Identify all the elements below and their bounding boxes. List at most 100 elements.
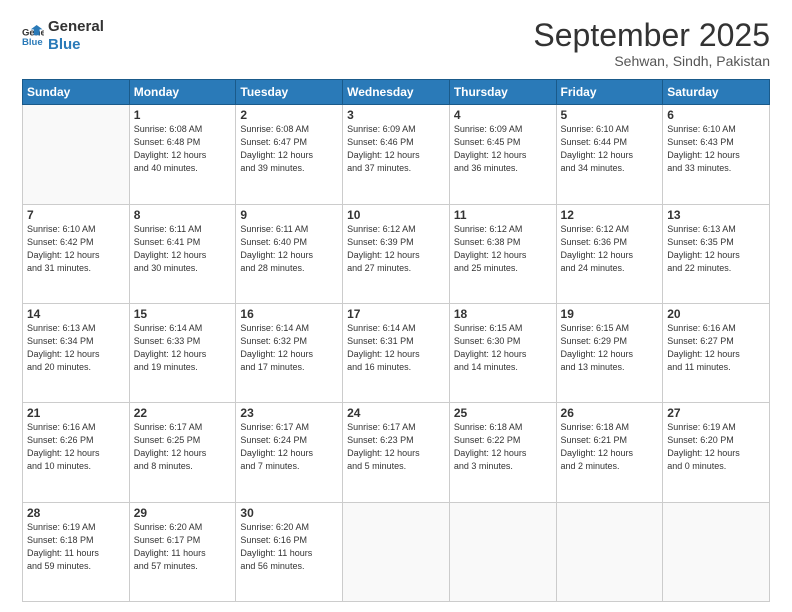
day-info: Sunrise: 6:12 AM Sunset: 6:38 PM Dayligh… (454, 223, 552, 275)
calendar-day-cell: 13Sunrise: 6:13 AM Sunset: 6:35 PM Dayli… (663, 204, 770, 303)
day-number: 12 (561, 208, 659, 222)
calendar-header-cell: Monday (129, 80, 236, 105)
day-number: 4 (454, 108, 552, 122)
calendar-week-row: 21Sunrise: 6:16 AM Sunset: 6:26 PM Dayli… (23, 403, 770, 502)
day-number: 20 (667, 307, 765, 321)
calendar-table: SundayMondayTuesdayWednesdayThursdayFrid… (22, 79, 770, 602)
calendar-day-cell: 6Sunrise: 6:10 AM Sunset: 6:43 PM Daylig… (663, 105, 770, 204)
calendar-header-cell: Tuesday (236, 80, 343, 105)
day-number: 30 (240, 506, 338, 520)
calendar-day-cell (449, 502, 556, 601)
logo-text-general: General (48, 18, 104, 36)
day-number: 26 (561, 406, 659, 420)
calendar-day-cell: 16Sunrise: 6:14 AM Sunset: 6:32 PM Dayli… (236, 303, 343, 402)
day-info: Sunrise: 6:10 AM Sunset: 6:42 PM Dayligh… (27, 223, 125, 275)
calendar-day-cell: 5Sunrise: 6:10 AM Sunset: 6:44 PM Daylig… (556, 105, 663, 204)
calendar-header-cell: Saturday (663, 80, 770, 105)
day-info: Sunrise: 6:16 AM Sunset: 6:27 PM Dayligh… (667, 322, 765, 374)
svg-text:Blue: Blue (22, 37, 43, 47)
day-number: 25 (454, 406, 552, 420)
logo: General Blue General Blue (22, 18, 104, 54)
calendar-day-cell: 9Sunrise: 6:11 AM Sunset: 6:40 PM Daylig… (236, 204, 343, 303)
calendar-day-cell: 8Sunrise: 6:11 AM Sunset: 6:41 PM Daylig… (129, 204, 236, 303)
day-number: 19 (561, 307, 659, 321)
location: Sehwan, Sindh, Pakistan (533, 53, 770, 69)
day-info: Sunrise: 6:09 AM Sunset: 6:46 PM Dayligh… (347, 123, 445, 175)
day-number: 17 (347, 307, 445, 321)
calendar-week-row: 28Sunrise: 6:19 AM Sunset: 6:18 PM Dayli… (23, 502, 770, 601)
calendar-day-cell: 26Sunrise: 6:18 AM Sunset: 6:21 PM Dayli… (556, 403, 663, 502)
calendar-day-cell: 14Sunrise: 6:13 AM Sunset: 6:34 PM Dayli… (23, 303, 130, 402)
day-number: 28 (27, 506, 125, 520)
day-info: Sunrise: 6:11 AM Sunset: 6:41 PM Dayligh… (134, 223, 232, 275)
calendar-body: 1Sunrise: 6:08 AM Sunset: 6:48 PM Daylig… (23, 105, 770, 602)
title-block: September 2025 Sehwan, Sindh, Pakistan (533, 18, 770, 69)
day-info: Sunrise: 6:20 AM Sunset: 6:16 PM Dayligh… (240, 521, 338, 573)
day-number: 3 (347, 108, 445, 122)
calendar-header-cell: Friday (556, 80, 663, 105)
calendar-day-cell: 25Sunrise: 6:18 AM Sunset: 6:22 PM Dayli… (449, 403, 556, 502)
calendar-day-cell: 2Sunrise: 6:08 AM Sunset: 6:47 PM Daylig… (236, 105, 343, 204)
day-info: Sunrise: 6:15 AM Sunset: 6:29 PM Dayligh… (561, 322, 659, 374)
calendar-day-cell: 28Sunrise: 6:19 AM Sunset: 6:18 PM Dayli… (23, 502, 130, 601)
logo-icon: General Blue (22, 25, 44, 47)
day-number: 18 (454, 307, 552, 321)
day-number: 13 (667, 208, 765, 222)
day-number: 27 (667, 406, 765, 420)
day-info: Sunrise: 6:17 AM Sunset: 6:25 PM Dayligh… (134, 421, 232, 473)
calendar-day-cell (663, 502, 770, 601)
day-info: Sunrise: 6:15 AM Sunset: 6:30 PM Dayligh… (454, 322, 552, 374)
page: General Blue General Blue September 2025… (0, 0, 792, 612)
day-info: Sunrise: 6:08 AM Sunset: 6:48 PM Dayligh… (134, 123, 232, 175)
day-info: Sunrise: 6:14 AM Sunset: 6:32 PM Dayligh… (240, 322, 338, 374)
day-number: 23 (240, 406, 338, 420)
day-info: Sunrise: 6:13 AM Sunset: 6:34 PM Dayligh… (27, 322, 125, 374)
calendar-day-cell: 22Sunrise: 6:17 AM Sunset: 6:25 PM Dayli… (129, 403, 236, 502)
calendar-week-row: 7Sunrise: 6:10 AM Sunset: 6:42 PM Daylig… (23, 204, 770, 303)
day-info: Sunrise: 6:19 AM Sunset: 6:18 PM Dayligh… (27, 521, 125, 573)
day-info: Sunrise: 6:17 AM Sunset: 6:24 PM Dayligh… (240, 421, 338, 473)
calendar-header-cell: Thursday (449, 80, 556, 105)
day-info: Sunrise: 6:13 AM Sunset: 6:35 PM Dayligh… (667, 223, 765, 275)
calendar-header-row: SundayMondayTuesdayWednesdayThursdayFrid… (23, 80, 770, 105)
logo-text-blue: Blue (48, 36, 104, 54)
calendar-day-cell: 30Sunrise: 6:20 AM Sunset: 6:16 PM Dayli… (236, 502, 343, 601)
day-number: 9 (240, 208, 338, 222)
day-number: 22 (134, 406, 232, 420)
day-info: Sunrise: 6:16 AM Sunset: 6:26 PM Dayligh… (27, 421, 125, 473)
day-info: Sunrise: 6:10 AM Sunset: 6:44 PM Dayligh… (561, 123, 659, 175)
day-number: 6 (667, 108, 765, 122)
day-info: Sunrise: 6:10 AM Sunset: 6:43 PM Dayligh… (667, 123, 765, 175)
header: General Blue General Blue September 2025… (22, 18, 770, 69)
day-number: 15 (134, 307, 232, 321)
day-info: Sunrise: 6:17 AM Sunset: 6:23 PM Dayligh… (347, 421, 445, 473)
calendar-day-cell (343, 502, 450, 601)
calendar-week-row: 14Sunrise: 6:13 AM Sunset: 6:34 PM Dayli… (23, 303, 770, 402)
calendar-day-cell: 12Sunrise: 6:12 AM Sunset: 6:36 PM Dayli… (556, 204, 663, 303)
day-number: 1 (134, 108, 232, 122)
day-number: 2 (240, 108, 338, 122)
calendar-day-cell: 1Sunrise: 6:08 AM Sunset: 6:48 PM Daylig… (129, 105, 236, 204)
day-info: Sunrise: 6:11 AM Sunset: 6:40 PM Dayligh… (240, 223, 338, 275)
day-info: Sunrise: 6:18 AM Sunset: 6:21 PM Dayligh… (561, 421, 659, 473)
day-info: Sunrise: 6:19 AM Sunset: 6:20 PM Dayligh… (667, 421, 765, 473)
calendar-day-cell: 3Sunrise: 6:09 AM Sunset: 6:46 PM Daylig… (343, 105, 450, 204)
calendar-day-cell: 20Sunrise: 6:16 AM Sunset: 6:27 PM Dayli… (663, 303, 770, 402)
day-info: Sunrise: 6:08 AM Sunset: 6:47 PM Dayligh… (240, 123, 338, 175)
calendar-week-row: 1Sunrise: 6:08 AM Sunset: 6:48 PM Daylig… (23, 105, 770, 204)
calendar-day-cell: 7Sunrise: 6:10 AM Sunset: 6:42 PM Daylig… (23, 204, 130, 303)
day-info: Sunrise: 6:14 AM Sunset: 6:33 PM Dayligh… (134, 322, 232, 374)
calendar-day-cell (23, 105, 130, 204)
calendar-day-cell: 27Sunrise: 6:19 AM Sunset: 6:20 PM Dayli… (663, 403, 770, 502)
calendar-day-cell: 19Sunrise: 6:15 AM Sunset: 6:29 PM Dayli… (556, 303, 663, 402)
calendar-day-cell: 17Sunrise: 6:14 AM Sunset: 6:31 PM Dayli… (343, 303, 450, 402)
calendar-header-cell: Sunday (23, 80, 130, 105)
calendar-day-cell: 24Sunrise: 6:17 AM Sunset: 6:23 PM Dayli… (343, 403, 450, 502)
day-number: 21 (27, 406, 125, 420)
day-number: 16 (240, 307, 338, 321)
day-info: Sunrise: 6:12 AM Sunset: 6:39 PM Dayligh… (347, 223, 445, 275)
day-info: Sunrise: 6:20 AM Sunset: 6:17 PM Dayligh… (134, 521, 232, 573)
day-number: 29 (134, 506, 232, 520)
calendar-day-cell: 18Sunrise: 6:15 AM Sunset: 6:30 PM Dayli… (449, 303, 556, 402)
day-info: Sunrise: 6:18 AM Sunset: 6:22 PM Dayligh… (454, 421, 552, 473)
